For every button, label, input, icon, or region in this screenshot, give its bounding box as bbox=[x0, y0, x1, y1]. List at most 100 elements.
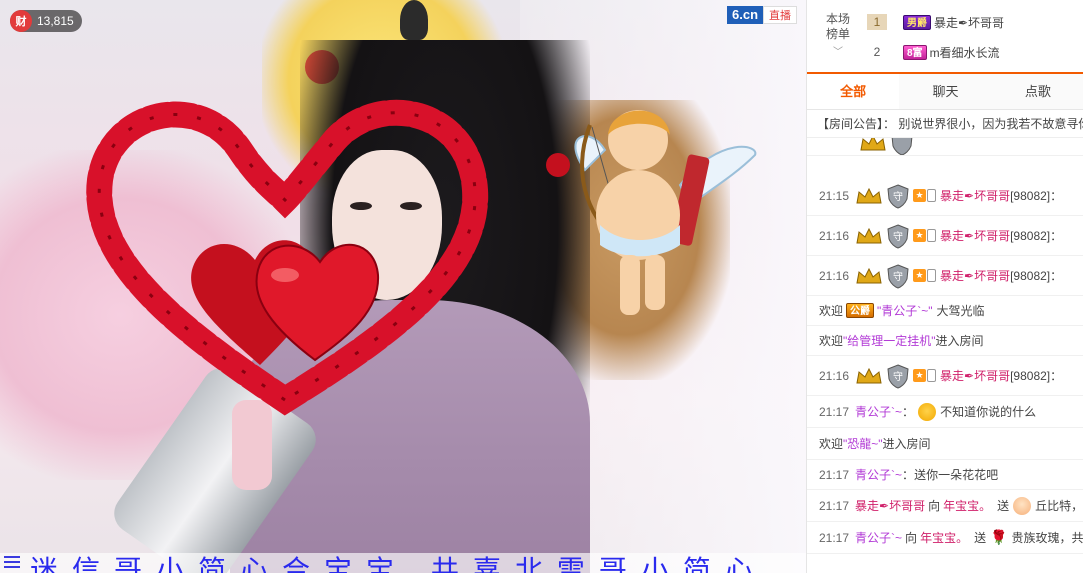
wealth-value: 13,815 bbox=[37, 14, 74, 28]
welcome-prefix: 欢迎 bbox=[819, 334, 844, 348]
chat-list[interactable]: 21:15 守 ★ 暴走✒坏哥哥 [98082] ： 21:16 守 ★ 暴走✒… bbox=[807, 138, 1083, 573]
user-name[interactable]: "青公子`~" bbox=[877, 302, 933, 319]
chat-message: 21:15 守 ★ 暴走✒坏哥哥 [98082] ： bbox=[807, 176, 1083, 216]
welcome-message: 欢迎 公爵 "青公子`~" 大驾光临 bbox=[807, 296, 1083, 326]
star-icon: ★ bbox=[913, 369, 927, 382]
logo-tag: 直播 bbox=[763, 6, 798, 24]
ranking-board: 本场 榜单 ﹀ 1 男爵 暴走✒坏哥哥 2 8富 m看细水长流 bbox=[807, 0, 1083, 70]
chevron-down-icon[interactable]: ﹀ bbox=[833, 43, 843, 58]
gift-name: 贵族玫瑰，共 bbox=[1011, 531, 1083, 545]
logo-brand: 6.cn bbox=[727, 6, 764, 24]
phone-icon bbox=[927, 269, 937, 282]
menu-icon[interactable] bbox=[4, 556, 20, 570]
ticker-text: 迷信哥小简心合宝宝 共嘉北雷哥小简心 bbox=[30, 554, 767, 573]
plush-ear bbox=[400, 0, 428, 40]
guard-shield-icon: 守 bbox=[887, 263, 909, 289]
chat-message: 21:16 守 ★ 暴走✒坏哥哥 [98082] ： bbox=[807, 356, 1083, 396]
crown-icon bbox=[856, 187, 882, 203]
user-name[interactable]: 青公子`~ bbox=[855, 403, 902, 420]
crown-icon bbox=[860, 138, 886, 150]
user-name[interactable]: "恐龍~" bbox=[843, 435, 883, 452]
phone-icon bbox=[927, 189, 937, 202]
user-name[interactable]: 暴走✒坏哥哥 bbox=[940, 367, 1010, 384]
crown-icon bbox=[856, 367, 882, 383]
chat-message: 21:17 青公子`~ ： 不知道你说的什么 bbox=[807, 396, 1083, 428]
svg-text:守: 守 bbox=[893, 230, 903, 243]
user-name[interactable]: 暴走✒坏哥哥 bbox=[940, 267, 1010, 284]
guard-shield-icon bbox=[891, 138, 913, 155]
guard-shield-icon: 守 bbox=[887, 363, 909, 389]
noble-badge: 男爵 bbox=[903, 14, 931, 30]
room-notice: 【房间公告】： 别说世界很小，因为我若不故意寻你 bbox=[807, 110, 1083, 138]
message-time: 21:17 bbox=[819, 530, 850, 545]
user-id: [98082] bbox=[1010, 268, 1051, 283]
user-id: [98082] bbox=[1010, 188, 1051, 203]
user-name[interactable]: 青公子`~ bbox=[855, 529, 902, 546]
star-icon: ★ bbox=[913, 229, 927, 242]
noble-badge: 公爵 bbox=[846, 303, 875, 318]
svg-text:守: 守 bbox=[893, 270, 903, 283]
tab-chat[interactable]: 聊天 bbox=[899, 74, 991, 109]
message-time: 21:17 bbox=[819, 498, 850, 513]
tab-all[interactable]: 全部 bbox=[807, 74, 900, 109]
user-name[interactable]: 暴走✒坏哥哥 bbox=[940, 187, 1010, 204]
rose-heart-effect bbox=[86, 99, 489, 416]
ranking-number: 2 bbox=[873, 45, 881, 59]
welcome-suffix: 进入房间 bbox=[935, 334, 984, 348]
message-sep: ： bbox=[1050, 189, 1063, 203]
message-sep: ： bbox=[1050, 229, 1063, 243]
message-time: 21:16 bbox=[819, 268, 850, 283]
ranking-name: m看细水长流 bbox=[929, 45, 1000, 60]
live-video[interactable]: 财 13,815 6.cn 直播 迷信哥小简心合宝宝 共嘉北雷哥小简心 bbox=[0, 0, 806, 573]
gift-direction: 向 bbox=[928, 499, 941, 513]
phone-icon bbox=[927, 369, 937, 382]
svg-text:守: 守 bbox=[893, 190, 903, 203]
chat-message bbox=[807, 554, 1083, 573]
wealth-level-badge: 8富 bbox=[903, 44, 927, 60]
welcome-prefix: 欢迎 bbox=[819, 304, 844, 318]
message-sep: ： bbox=[1050, 369, 1063, 383]
welcome-suffix: 大驾光临 bbox=[936, 304, 985, 318]
guard-shield-icon: 守 bbox=[887, 183, 909, 209]
wealth-badge: 财 13,815 bbox=[10, 10, 82, 32]
chat-tabs: 全部 聊天 点歌 bbox=[807, 72, 1083, 110]
crown-icon bbox=[856, 267, 882, 283]
site-logo: 6.cn 直播 bbox=[727, 6, 798, 24]
message-time: 21:16 bbox=[819, 368, 850, 383]
crown-icon bbox=[856, 227, 882, 243]
notice-text: 别说世界很小，因为我若不故意寻你 bbox=[898, 117, 1083, 131]
user-id: [98082] bbox=[1010, 228, 1051, 243]
ranking-row[interactable]: 1 男爵 暴走✒坏哥哥 bbox=[867, 10, 1004, 34]
user-name[interactable]: 青公子`~ bbox=[855, 466, 902, 483]
user-name[interactable]: 暴走✒坏哥哥 bbox=[940, 227, 1010, 244]
gift-message: 21:17 青公子`~ 向 年宝宝。 送 🌹 贵族玫瑰，共 bbox=[807, 522, 1083, 554]
user-id: [98082] bbox=[1010, 368, 1051, 383]
welcome-suffix: 进入房间 bbox=[882, 437, 931, 451]
chat-message bbox=[807, 138, 1083, 156]
message-sep: ： bbox=[902, 468, 915, 482]
message-text: 不知道你说的什么 bbox=[940, 405, 1037, 419]
ranking-label[interactable]: 本场 榜单 bbox=[821, 12, 855, 42]
cupid-gift-icon bbox=[1013, 496, 1032, 515]
ranking-label-line2: 榜单 bbox=[825, 27, 850, 41]
wealth-icon: 财 bbox=[10, 10, 32, 32]
notice-prefix: 【房间公告】： bbox=[817, 117, 896, 131]
user-name[interactable]: 暴走✒坏哥哥 bbox=[855, 497, 925, 514]
message-sep: ： bbox=[1050, 269, 1063, 283]
tab-song-request[interactable]: 点歌 bbox=[992, 74, 1083, 109]
message-time: 21:17 bbox=[819, 467, 850, 482]
chat-message: 21:16 守 ★ 暴走✒坏哥哥 [98082] ： bbox=[807, 216, 1083, 256]
rose-gift-icon: 🌹 bbox=[990, 529, 1008, 545]
message-time: 21:15 bbox=[819, 188, 850, 203]
user-name[interactable]: "给管理一定挂机" bbox=[843, 332, 936, 349]
welcome-message: 欢迎 "恐龍~" 进入房间 bbox=[807, 428, 1083, 460]
chat-message: 21:16 守 ★ 暴走✒坏哥哥 [98082] ： bbox=[807, 256, 1083, 296]
ranking-row[interactable]: 2 8富 m看细水长流 bbox=[867, 40, 1000, 64]
gift-target[interactable]: 年宝宝。 bbox=[920, 529, 968, 546]
welcome-message: 欢迎 "给管理一定挂机" 进入房间 bbox=[807, 326, 1083, 356]
star-icon: ★ bbox=[913, 269, 927, 282]
gift-target[interactable]: 年宝宝。 bbox=[943, 497, 991, 514]
ranking-label-line1: 本场 bbox=[825, 12, 850, 26]
side-panel: 本场 榜单 ﹀ 1 男爵 暴走✒坏哥哥 2 8富 m看细水长流 全部 聊天 点歌… bbox=[806, 0, 1083, 573]
chat-message: 21:17 青公子`~ ： 送你一朵花花吧 bbox=[807, 460, 1083, 490]
